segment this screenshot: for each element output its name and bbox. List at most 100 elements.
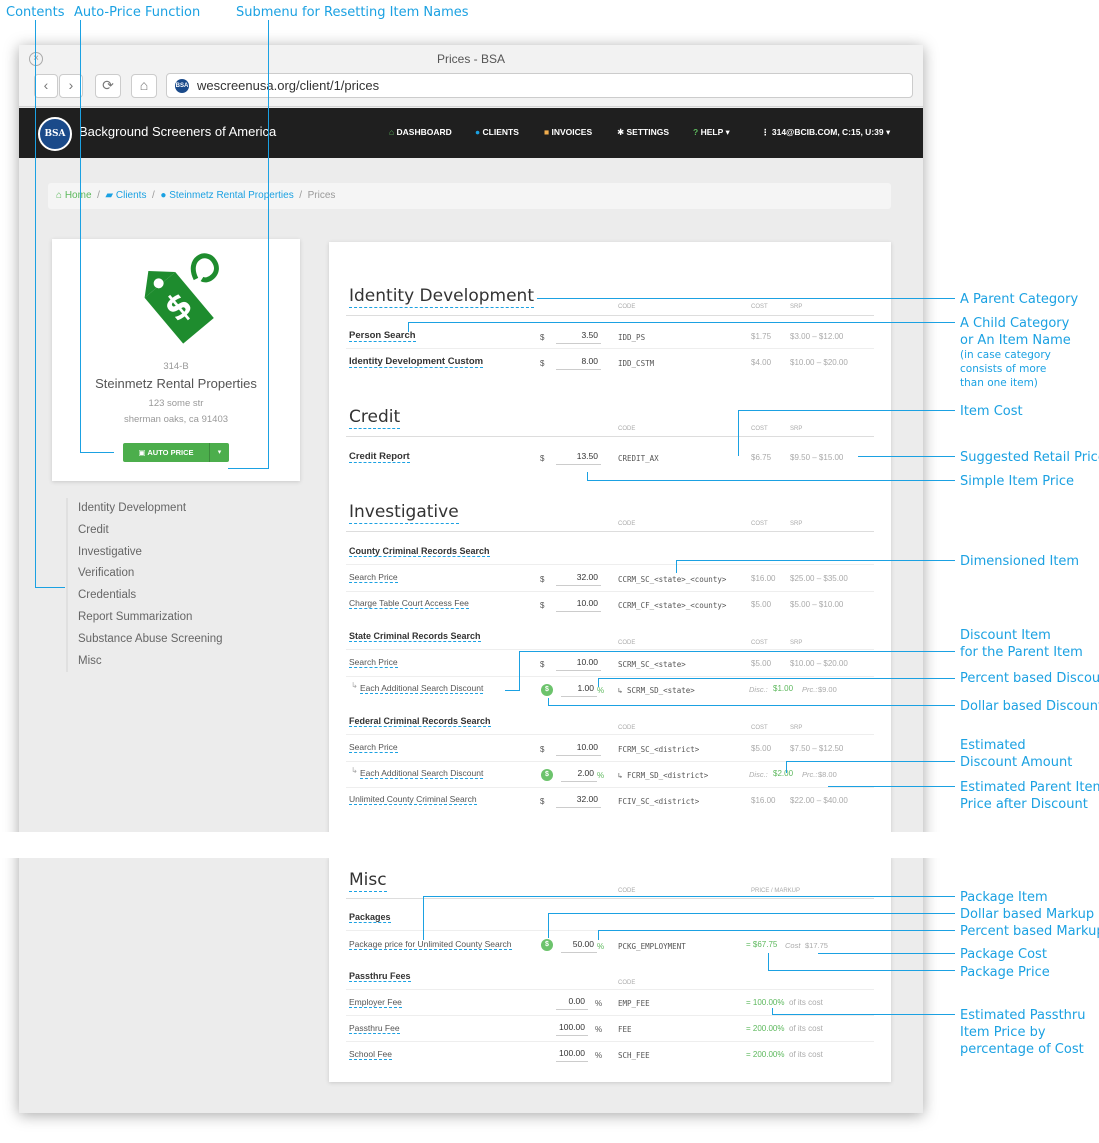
section-title-identity[interactable]: Identity Development (349, 285, 534, 308)
price-input[interactable]: 10.00 (556, 654, 601, 671)
section-title-investigative[interactable]: Investigative (349, 501, 459, 524)
leader-line (519, 651, 955, 652)
nav-clients[interactable]: ● CLIENTS (475, 127, 519, 137)
contents-item-misc[interactable]: Misc (68, 651, 276, 673)
price-input[interactable]: 32.00 (556, 791, 601, 808)
item-name[interactable]: Search Price (349, 572, 398, 583)
item-code: IDD_PS (618, 333, 646, 342)
col-cost: COST (751, 640, 768, 646)
nav-account[interactable]: ⋮ 314@BCIB.COM, C:15, U:39 ▾ (761, 127, 890, 138)
annotation-discount-item: Discount Item (960, 628, 1051, 643)
markup-input[interactable]: 50.00 (561, 936, 597, 953)
item-name[interactable]: Identity Development Custom (349, 356, 484, 368)
percent-sign: % (597, 771, 605, 780)
nav-dashboard[interactable]: ⌂ DASHBOARD (389, 127, 452, 137)
price-input[interactable]: 13.50 (556, 448, 601, 465)
price-input[interactable]: 10.00 (556, 595, 601, 612)
col-code: CODE (618, 725, 636, 731)
annotation-package-cost: Package Cost (960, 947, 1047, 962)
breadcrumb-clients[interactable]: ▰ Clients (105, 190, 146, 201)
item-name[interactable]: Credit Report (349, 451, 410, 463)
item-name[interactable]: Search Price (349, 657, 398, 668)
dollar-sign: $ (540, 797, 545, 806)
item-cost: $4.00 (751, 358, 772, 367)
nav-invoices[interactable]: ■ INVOICES (544, 127, 592, 137)
top-navbar: BSA Background Screeners of America ⌂ DA… (19, 108, 923, 158)
contents-item-verification[interactable]: Verification (68, 563, 276, 585)
url-text[interactable]: wescreenusa.org/client/1/prices (197, 78, 379, 93)
nav-help[interactable]: ? HELP ▾ (693, 127, 730, 138)
price-input[interactable]: 8.00 (556, 353, 601, 370)
contents-item-investigative[interactable]: Investigative (68, 542, 276, 564)
client-card: $ 314-B Steinmetz Rental Properties 123 … (52, 239, 300, 481)
item-cost: $5.00 (751, 659, 772, 668)
divider (346, 436, 874, 437)
passthru-estimate: = 200.00% (746, 1050, 785, 1059)
nav-dashboard-label: DASHBOARD (396, 127, 452, 137)
brand-name[interactable]: Background Screeners of America (79, 124, 276, 139)
annotation-child-note: consists of more (960, 363, 1047, 375)
home-button[interactable]: ⌂ (131, 74, 157, 98)
reload-button[interactable]: ⟳ (95, 74, 121, 98)
passthru-input[interactable]: 0.00 (556, 993, 588, 1010)
bsa-logo[interactable]: BSA (38, 117, 72, 151)
contents-item-credit[interactable]: Credit (68, 520, 276, 542)
annotation-child-category: A Child Category (960, 316, 1070, 331)
contents-item-substance-abuse[interactable]: Substance Abuse Screening (68, 629, 276, 651)
annotation-package-item: Package Item (960, 890, 1048, 905)
annotation-contents: Contents (6, 5, 65, 20)
contents-item-credentials[interactable]: Credentials (68, 585, 276, 607)
subcategory-title[interactable]: Packages (349, 912, 391, 923)
section-title-misc[interactable]: Misc (349, 869, 387, 892)
package-item-name[interactable]: Package price for Unlimited County Searc… (349, 939, 512, 950)
subcategory-title[interactable]: Federal Criminal Records Search (349, 716, 491, 727)
item-name[interactable]: Unlimited County Criminal Search (349, 794, 477, 805)
contents-item-identity-development[interactable]: Identity Development (68, 498, 276, 520)
section-title-credit[interactable]: Credit (349, 406, 401, 429)
item-name[interactable]: Search Price (349, 742, 398, 753)
breadcrumb-home[interactable]: ⌂ Home (56, 190, 92, 201)
item-name[interactable]: Charge Table Court Access Fee (349, 598, 469, 609)
url-bar[interactable]: BSA wescreenusa.org/client/1/prices (166, 73, 913, 98)
passthru-input[interactable]: 100.00 (556, 1045, 588, 1062)
prc-amount: $9.00 (818, 685, 837, 694)
annotation-child-note: than one item) (960, 377, 1038, 389)
item-name[interactable]: Person Search (349, 330, 416, 342)
breadcrumb-client[interactable]: ● Steinmetz Rental Properties (160, 190, 293, 201)
dollar-sign: $ (540, 454, 545, 463)
passthru-item-name[interactable]: School Fee (349, 1049, 392, 1060)
leader-line (858, 456, 955, 457)
dollar-toggle-icon[interactable]: $ (541, 769, 553, 781)
invoice-icon: ■ (544, 127, 550, 137)
subcategory-title[interactable]: State Criminal Records Search (349, 631, 481, 642)
subcategory-title[interactable]: Passthru Fees (349, 971, 411, 982)
discount-item-name[interactable]: Each Additional Search Discount (360, 768, 484, 779)
leader-line (598, 678, 599, 687)
price-input[interactable]: 10.00 (556, 739, 601, 756)
leader-line (408, 322, 955, 323)
subcategory-title[interactable]: County Criminal Records Search (349, 546, 490, 557)
passthru-input[interactable]: 100.00 (556, 1019, 588, 1036)
auto-price-button[interactable]: ▣ AUTO PRICE (123, 443, 209, 462)
leader-line (676, 560, 677, 573)
dollar-toggle-icon[interactable]: $ (541, 684, 553, 696)
breadcrumb-sep: / (152, 190, 155, 201)
passthru-item-name[interactable]: Employer Fee (349, 997, 402, 1008)
discount-item-name[interactable]: Each Additional Search Discount (360, 683, 484, 694)
col-code: CODE (618, 521, 636, 527)
dollar-toggle-icon[interactable]: $ (541, 939, 553, 951)
divider (346, 787, 874, 788)
auto-price-dropdown-toggle[interactable]: ▾ (209, 443, 229, 462)
price-input[interactable]: 32.00 (556, 569, 601, 586)
passthru-item-name[interactable]: Passthru Fee (349, 1023, 400, 1034)
contents-item-report-summarization[interactable]: Report Summarization (68, 607, 276, 629)
reload-icon: ⟳ (102, 77, 114, 93)
discount-input[interactable]: 2.00 (561, 765, 597, 782)
leader-line (772, 1014, 955, 1015)
back-button[interactable]: ‹ (34, 74, 58, 98)
annotation-package-price: Package Price (960, 965, 1050, 980)
nav-settings[interactable]: ✱ SETTINGS (617, 127, 669, 138)
price-input[interactable]: 3.50 (556, 327, 601, 344)
discount-input[interactable]: 1.00 (561, 680, 597, 697)
percent-sign: % (597, 686, 605, 695)
